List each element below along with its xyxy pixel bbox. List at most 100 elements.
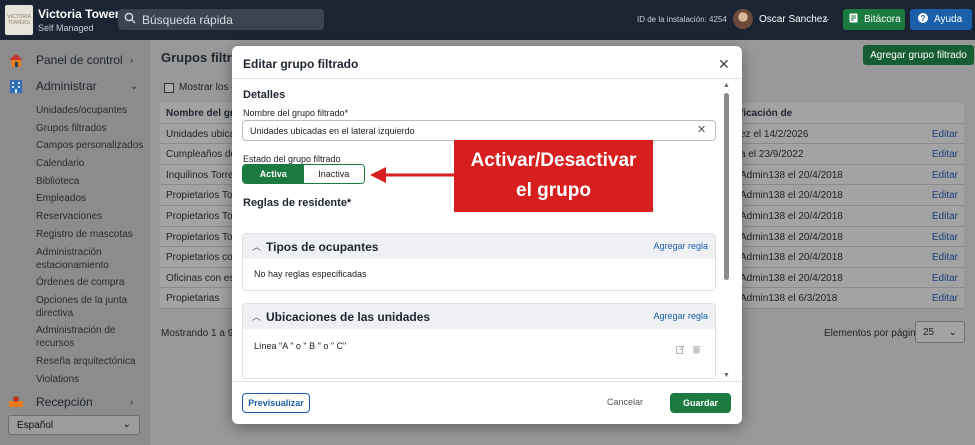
close-icon[interactable]: ✕ [718,56,730,73]
svg-text:?: ? [921,14,926,23]
help-button[interactable]: ? Ayuda [910,9,972,30]
cell-name: Propietarios con [166,252,239,264]
sidebar-item-panel-de-control[interactable]: Panel de control › [8,53,133,67]
sidebar-subitem-resena[interactable]: Reseña arquitectónica [36,355,144,368]
scrollbar-thumb[interactable] [724,93,729,280]
chevron-down-icon: ⌄ [948,327,957,338]
sidebar-subitem-calendario[interactable]: Calendario [36,157,144,170]
notebook-icon [849,13,858,26]
group-name-field[interactable] [242,120,716,141]
building-icon [10,80,22,93]
rule-actions [676,345,701,357]
sidebar-item-label: Administrar [36,79,97,93]
cell-name: Propietarias [166,293,220,305]
edit-link[interactable]: Editar [932,273,958,284]
card-title: Ubicaciones de las unidades [266,310,431,324]
edit-link[interactable]: Editar [932,232,958,243]
edit-icon[interactable] [676,345,685,357]
add-filtered-group-button[interactable]: Agregar grupo filtrado [863,45,974,65]
scroll-down-arrow-icon[interactable]: ▼ [723,372,730,379]
top-bar: VICTORIA TOWERS Victoria Towers Self Man… [0,0,975,40]
chevron-up-icon[interactable]: ︿ [252,240,261,253]
home-icon [9,54,23,67]
sidebar-subitem-ordenes[interactable]: Órdenes de compra [36,276,144,289]
rule-card-occupant-types: ︿ Tipos de ocupantes Agregar regla No ha… [242,233,716,291]
app-name: Victoria Towers [38,7,127,21]
search-input[interactable] [142,12,322,27]
name-label: Nombre del grupo filtrado* [243,108,349,118]
cell-modified: Admin138 el 20/4/2018 [740,190,843,202]
column-header-modified[interactable]: ficación de [740,108,792,119]
cell-modified: ez el 14/2/2026 [740,128,809,140]
language-value: Español [17,420,54,431]
app-subtitle: Self Managed [38,23,94,33]
cell-modified: Admin138 el 20/4/2018 [740,272,843,284]
bitacora-label: Bitácora [864,14,901,25]
sidebar-subitem-estacionamiento[interactable]: Administración estacionamiento [36,246,144,272]
sidebar-subitem-junta[interactable]: Opciones de la junta directiva [36,294,144,320]
edit-link[interactable]: Editar [932,170,958,181]
preview-button[interactable]: Previsualizar [242,393,310,413]
sidebar-subitem-biblioteca[interactable]: Biblioteca [36,175,144,188]
card-title: Tipos de ocupantes [266,240,379,254]
state-toggle[interactable]: Activa Inactiva [242,164,365,184]
state-inactive-option[interactable]: Inactiva [303,165,364,183]
sidebar-subitem-violations[interactable]: Violations [36,373,144,386]
edit-filtered-group-modal: Editar grupo filtrado ✕ Detalles Nombre … [232,46,742,424]
chevron-up-icon[interactable]: ︿ [252,310,261,323]
cell-name: Propietarios Torr [166,210,240,222]
add-rule-link[interactable]: Agregar regla [653,311,708,321]
avatar[interactable] [733,9,753,29]
sidebar-subitem-reservaciones[interactable]: Reservaciones [36,210,144,223]
scroll-up-arrow-icon[interactable]: ▲ [723,82,730,89]
per-page-value: 25 [923,327,935,338]
cancel-button[interactable]: Cancelar [607,397,643,407]
sidebar-subitem-recursos[interactable]: Administración de recursos [36,324,144,350]
app-logo[interactable]: VICTORIA TOWERS [5,5,33,35]
help-label: Ayuda [934,14,963,25]
sidebar-item-administrar[interactable]: Administrar ⌄ [8,79,138,93]
chevron-down-icon: ⌄ [130,80,139,92]
logo-text: VICTORIA TOWERS [7,14,31,26]
trash-icon[interactable] [692,345,701,357]
state-active-option[interactable]: Activa [243,165,304,183]
question-icon: ? [918,13,928,26]
card-header[interactable]: ︿ Ubicaciones de las unidades Agregar re… [243,304,715,329]
user-name[interactable]: Oscar Sanchez [759,14,827,25]
card-header[interactable]: ︿ Tipos de ocupantes Agregar regla [243,234,715,259]
edit-link[interactable]: Editar [932,129,958,140]
cell-modified: Admin138 el 20/4/2018 [740,231,843,243]
sidebar-item-label: Panel de control [36,53,123,67]
sidebar-subitem-grupos-filtrados[interactable]: Grupos filtrados [36,122,144,135]
installation-id: ID de la instalación: 4254 [637,15,727,24]
edit-link[interactable]: Editar [932,252,958,263]
rule-text: Línea "A " o " B " o " C" [254,341,347,351]
annotation-arrow-icon [370,167,454,183]
sidebar-subitem-campos[interactable]: Campos personalizados [36,139,144,152]
checkbox-box[interactable] [164,82,174,93]
state-label: Estado del grupo filtrado [243,154,341,164]
sidebar-subitem-empleados[interactable]: Empleados [36,192,144,205]
bitacora-button[interactable]: Bitácora [843,9,905,30]
sidebar-subitem-mascotas[interactable]: Registro de mascotas [36,228,144,241]
quick-search[interactable] [118,9,324,30]
chevron-right-icon: › [130,396,134,408]
cell-modified: Admin138 el 20/4/2018 [740,210,843,222]
edit-link[interactable]: Editar [932,211,958,222]
chevron-down-icon: ⌄ [122,419,131,430]
edit-link[interactable]: Editar [932,190,958,201]
sidebar-subitem-unidades[interactable]: Unidades/ocupantes [36,104,144,117]
chevron-down-icon[interactable]: ⌄ [823,13,831,24]
cell-modified: a el 23/9/2022 [740,149,804,161]
edit-link[interactable]: Editar [932,149,958,160]
language-select[interactable]: Español ⌄ [8,415,140,435]
clear-icon[interactable]: ✕ [697,123,706,136]
per-page-select[interactable]: 25 ⌄ [915,321,965,343]
edit-link[interactable]: Editar [932,293,958,304]
paging-summary: Mostrando 1 a 9 d [161,328,242,339]
sidebar-item-recepcion[interactable]: Recepción › [8,395,133,409]
rules-heading: Reglas de residente* [243,197,352,209]
add-rule-link[interactable]: Agregar regla [653,241,708,251]
save-button[interactable]: Guardar [670,393,731,413]
rule-card-unit-locations: ︿ Ubicaciones de las unidades Agregar re… [242,303,716,379]
